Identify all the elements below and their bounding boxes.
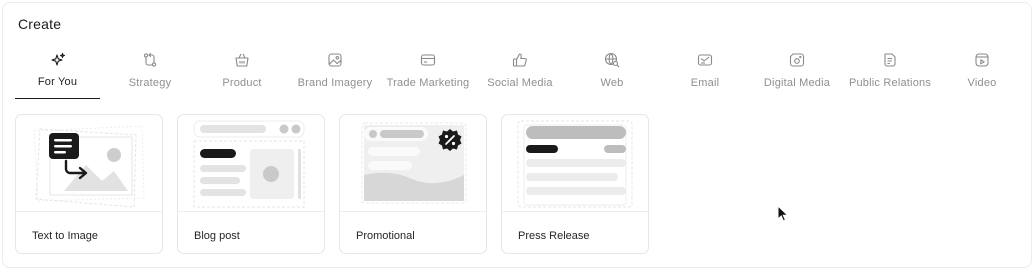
digital-media-icon xyxy=(789,52,805,68)
card-promotional[interactable]: Promotional xyxy=(339,114,487,254)
card-blog-post[interactable]: Blog post xyxy=(177,114,325,254)
card-divider xyxy=(340,211,486,212)
tab-label: Product xyxy=(222,77,262,89)
tab-trade-marketing[interactable]: Trade Marketing xyxy=(383,48,473,100)
panel-title: Create xyxy=(18,16,62,32)
card-icon xyxy=(420,52,436,68)
card-label: Blog post xyxy=(194,230,240,242)
tab-social-media[interactable]: Social Media xyxy=(483,48,557,100)
card-label: Text to Image xyxy=(32,230,99,242)
tab-for-you[interactable]: For You xyxy=(15,48,100,100)
card-divider xyxy=(16,211,162,212)
card-text-to-image[interactable]: Text to Image xyxy=(15,114,163,254)
tab-label: For You xyxy=(37,76,78,88)
sparkles-icon xyxy=(50,52,66,68)
blog-post-thumbnail xyxy=(193,120,305,208)
mouse-cursor-icon xyxy=(777,205,789,222)
tab-strategy[interactable]: Strategy xyxy=(115,48,185,100)
tab-label: Trade Marketing xyxy=(386,77,470,89)
card-press-release[interactable]: Press Release xyxy=(501,114,649,254)
tab-email[interactable]: Email xyxy=(670,48,740,100)
tab-label: Brand Imagery xyxy=(297,77,373,89)
tab-label: Email xyxy=(690,77,720,89)
category-tabs: For You Strategy Product Brand Imagery T… xyxy=(15,48,1027,100)
tab-web[interactable]: Web xyxy=(577,48,647,100)
tab-digital-media[interactable]: Digital Media xyxy=(759,48,835,100)
card-label: Press Release xyxy=(518,230,590,242)
card-divider xyxy=(178,211,324,212)
tab-brand-imagery[interactable]: Brand Imagery xyxy=(292,48,378,100)
card-divider xyxy=(502,211,648,212)
mail-icon xyxy=(697,52,713,68)
tab-label: Video xyxy=(967,77,997,89)
tab-label: Digital Media xyxy=(763,77,831,89)
card-label: Promotional xyxy=(356,230,415,242)
tab-public-relations[interactable]: Public Relations xyxy=(845,48,935,100)
tab-label: Social Media xyxy=(487,77,553,89)
globe-search-icon xyxy=(604,52,620,68)
route-icon xyxy=(142,52,158,68)
press-release-thumbnail xyxy=(517,120,633,208)
video-icon xyxy=(974,52,990,68)
tab-product[interactable]: Product xyxy=(207,48,277,100)
tab-label: Strategy xyxy=(128,77,172,89)
thumbs-up-icon xyxy=(512,52,528,68)
tab-label: Web xyxy=(600,77,624,89)
document-icon xyxy=(882,52,898,68)
text-to-image-thumbnail xyxy=(33,125,145,208)
tab-label: Public Relations xyxy=(848,77,932,89)
tab-video[interactable]: Video xyxy=(957,48,1007,100)
image-icon xyxy=(327,52,343,68)
promotional-thumbnail xyxy=(361,122,467,204)
basket-icon xyxy=(234,52,250,68)
